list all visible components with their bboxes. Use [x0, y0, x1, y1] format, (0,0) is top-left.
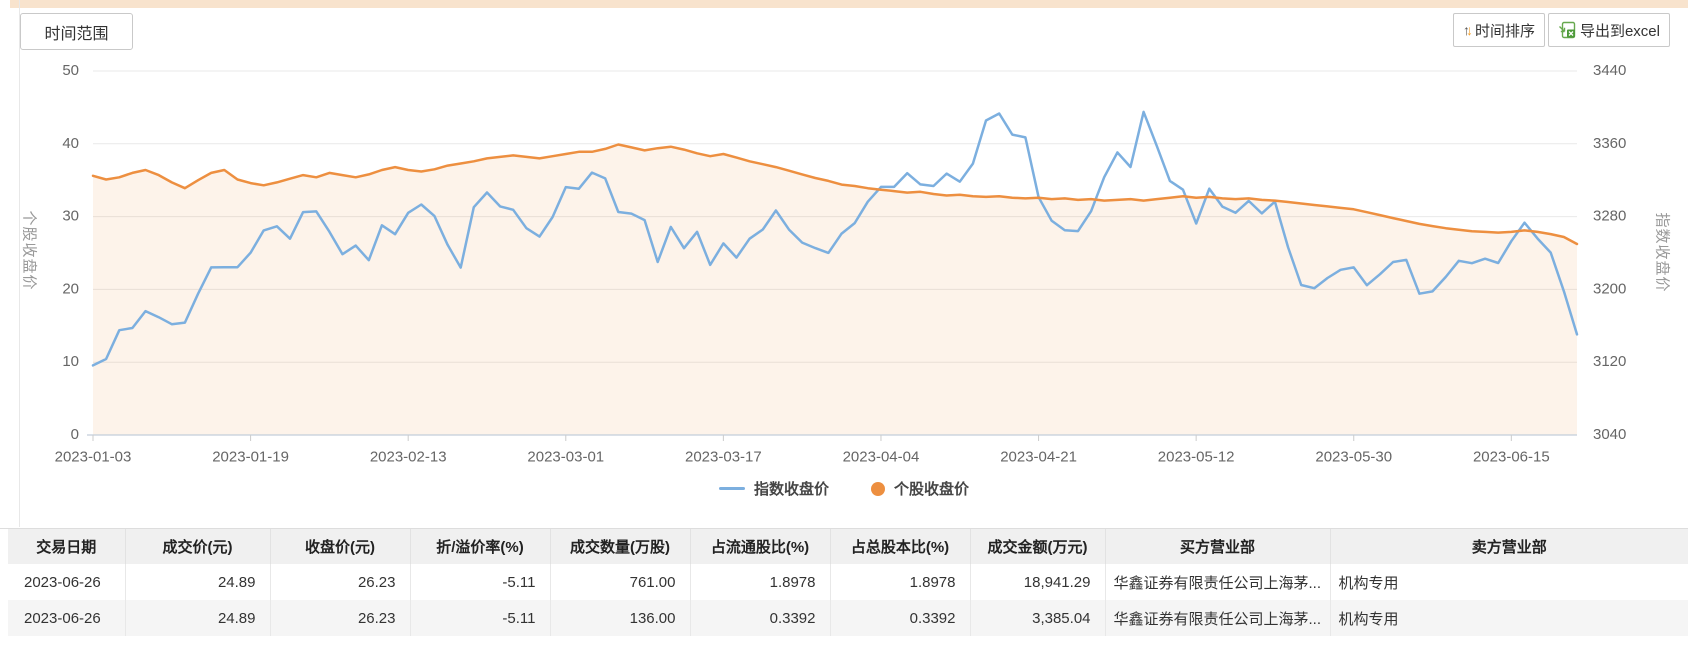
chart-legend: 指数收盘价 个股收盘价 [0, 478, 1688, 499]
legend-dot-marker-icon [871, 481, 885, 496]
table-cell: -5.11 [410, 600, 551, 636]
table-cell: 0.3392 [690, 600, 831, 636]
table-row: 2023-06-26 24.89 26.23 -5.11 761.00 1.8978 1.8… [8, 564, 1688, 600]
block-trade-page: 时间范围 ↑ ↓ 时间排序 导出到excel 2023-01-03 2023-01-… [0, 0, 1688, 646]
left-axis-tick-label: 50 [62, 62, 79, 79]
table-cell: 1.8978 [690, 564, 831, 600]
table-body: 2023-06-26 24.89 26.23 -5.11 761.00 1.8978 1.8… [8, 564, 1688, 636]
table-cell: 2023-06-26 [8, 564, 126, 600]
right-axis-tick-label: 3040 [1593, 426, 1626, 443]
x-tick-label: 2023-03-17 [685, 448, 762, 465]
column-header: 卖方营业部 [1330, 529, 1688, 564]
legend-line-marker-icon [718, 487, 745, 490]
table-cell: -5.11 [410, 564, 551, 600]
table-cell: 2023-06-26 [8, 600, 126, 636]
table-cell: 华鑫证券有限责任公司上海茅... [1105, 600, 1331, 636]
column-header: 成交价(元) [125, 529, 271, 564]
legend-label: 个股收盘价 [894, 481, 970, 498]
x-tick-label: 2023-04-04 [843, 448, 920, 465]
right-axis-tick-label: 3360 [1593, 135, 1626, 152]
block-trade-table: 交易日期 成交价(元) 收盘价(元) 折/溢价率(%) 成交数量(万股) 占流通股比(%)… [8, 529, 1688, 636]
table-cell: 18,941.29 [970, 564, 1106, 600]
column-header: 占总股本比(%) [830, 529, 971, 564]
x-tick-label: 2023-01-03 [55, 448, 132, 465]
left-axis-title: 个股收盘价 [20, 210, 38, 291]
left-axis-tick-label: 30 [62, 208, 79, 225]
left-axis-tick-label: 0 [71, 426, 79, 443]
column-header: 成交金额(万元) [970, 529, 1106, 564]
table-cell: 26.23 [270, 564, 411, 600]
table-cell: 机构专用 [1338, 574, 1399, 592]
table-cell: 136.00 [550, 600, 691, 636]
x-tick-label: 2023-05-30 [1315, 448, 1392, 465]
legend-label: 指数收盘价 [753, 481, 829, 498]
table-cell: 24.89 [125, 600, 271, 636]
right-axis-tick-label: 3280 [1593, 208, 1626, 225]
table-cell: 0.3392 [830, 600, 971, 636]
column-header: 买方营业部 [1105, 529, 1331, 564]
table-cell: 761.00 [550, 564, 691, 600]
table-row: 2023-06-26 24.89 26.23 -5.11 136.00 0.3392 0.3… [8, 600, 1688, 636]
column-header: 折/溢价率(%) [410, 529, 551, 564]
stock-area-fill [93, 144, 1577, 435]
table-cell: 1.8978 [830, 564, 971, 600]
x-tick-label: 2023-05-12 [1158, 448, 1235, 465]
right-axis-tick-label: 3200 [1593, 280, 1626, 297]
legend-item-stock[interactable]: 个股收盘价 [871, 478, 969, 499]
right-axis-tick-label: 3120 [1593, 353, 1626, 370]
legend-item-index[interactable]: 指数收盘价 [718, 478, 829, 499]
column-header: 成交数量(万股) [550, 529, 691, 564]
x-tick-label: 2023-01-19 [212, 448, 289, 465]
table-cell: 3,385.04 [970, 600, 1106, 636]
x-tick-label: 2023-02-13 [370, 448, 447, 465]
column-header: 占流通股比(%) [690, 529, 831, 564]
table-cell: 24.89 [125, 564, 271, 600]
table-header: 交易日期 成交价(元) 收盘价(元) 折/溢价率(%) 成交数量(万股) 占流通股比(%)… [8, 529, 1688, 564]
right-axis-tick-label: 3440 [1593, 62, 1626, 79]
x-tick-label: 2023-03-01 [527, 448, 604, 465]
left-axis-tick-label: 40 [62, 135, 79, 152]
dual-axis-line-chart[interactable]: 2023-01-03 2023-01-19 2023-02-13 2023-03-01… [0, 0, 1688, 505]
column-header: 收盘价(元) [270, 529, 411, 564]
left-axis-tick-label: 20 [62, 280, 79, 297]
left-axis-tick-label: 10 [62, 353, 79, 370]
right-axis-title: 指数收盘价 [1653, 212, 1671, 293]
column-header: 交易日期 [8, 529, 126, 564]
table-cell: 机构专用 [1338, 610, 1399, 628]
table-cell: 华鑫证券有限责任公司上海茅... [1105, 564, 1331, 600]
x-tick-label: 2023-04-21 [1000, 448, 1077, 465]
table-cell: 26.23 [270, 600, 411, 636]
block-trade-table-wrap: 交易日期 成交价(元) 收盘价(元) 折/溢价率(%) 成交数量(万股) 占流通股比(%)… [0, 528, 1688, 636]
chart-canvas: 2023-01-03 2023-01-19 2023-02-13 2023-03-01… [55, 62, 1627, 465]
x-tick-label: 2023-06-15 [1473, 448, 1550, 465]
